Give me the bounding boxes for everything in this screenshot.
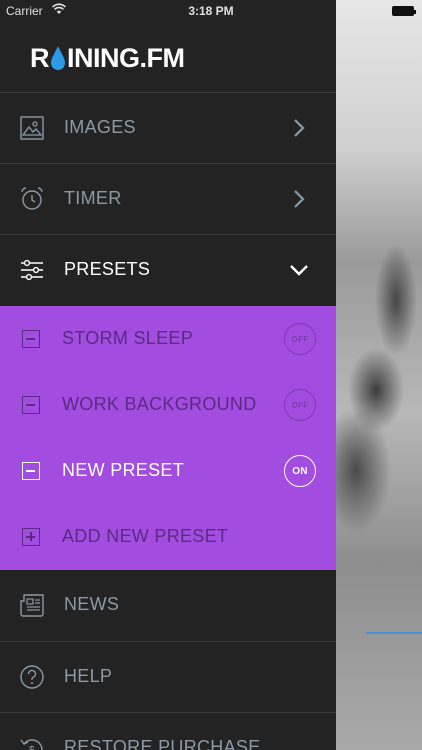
menu-item-presets[interactable]: PRESETS [0, 234, 336, 304]
svg-text:$: $ [29, 745, 35, 750]
battery-icon [392, 6, 416, 16]
preset-label: NEW PRESET [62, 460, 185, 480]
menu-item-label: IMAGES [64, 117, 136, 137]
minus-box-icon[interactable] [22, 462, 40, 480]
menu-item-label: NEWS [64, 594, 120, 614]
preset-label: ADD NEW PRESET [62, 526, 229, 546]
preset-item-storm-sleep[interactable]: STORM SLEEP OFF [0, 306, 336, 372]
menu-item-label: TIMER [64, 188, 122, 208]
chevron-right-icon [294, 190, 305, 208]
preset-toggle-on[interactable]: ON [284, 455, 316, 487]
preset-label: STORM SLEEP [62, 328, 194, 348]
navigation-drawer: R INING.FM IMAGES TIMER PRESETS STORM SL… [0, 0, 336, 750]
app-logo: R INING.FM [30, 42, 185, 73]
help-icon [20, 665, 44, 689]
menu-item-label: HELP [64, 666, 113, 686]
preset-label: WORK BACKGROUND [62, 394, 257, 414]
menu-item-label: RESTORE PURCHASE [64, 737, 261, 750]
preset-item-work-background[interactable]: WORK BACKGROUND OFF [0, 372, 336, 438]
clock-time: 3:18 PM [188, 4, 234, 18]
raindrop-icon [51, 46, 65, 70]
sliders-icon [21, 259, 43, 281]
menu-item-images[interactable]: IMAGES [0, 92, 336, 162]
chevron-down-icon [290, 265, 308, 276]
menu-item-timer[interactable]: TIMER [0, 163, 336, 233]
preset-toggle-off[interactable]: OFF [284, 389, 316, 421]
background-rain-photo [336, 0, 422, 750]
newspaper-icon [20, 594, 44, 617]
minus-box-icon[interactable] [22, 396, 40, 414]
minus-box-icon[interactable] [22, 330, 40, 348]
status-bar: Carrier 3:18 PM [0, 0, 422, 22]
restore-icon: $ [20, 739, 43, 750]
alarm-clock-icon [21, 187, 43, 210]
image-icon [20, 116, 44, 140]
chevron-right-icon [294, 119, 305, 137]
menu-item-restore-purchase[interactable]: $ RESTORE PURCHASE [0, 712, 336, 750]
preset-item-new-preset[interactable]: NEW PRESET ON [0, 438, 336, 504]
menu-item-label: PRESETS [64, 259, 151, 279]
plus-box-icon [22, 528, 40, 546]
presets-list: STORM SLEEP OFF WORK BACKGROUND OFF NEW … [0, 306, 336, 570]
menu-item-news[interactable]: NEWS [0, 570, 336, 640]
preset-toggle-off[interactable]: OFF [284, 323, 316, 355]
menu-item-help[interactable]: HELP [0, 641, 336, 711]
add-new-preset-button[interactable]: ADD NEW PRESET [0, 504, 336, 570]
